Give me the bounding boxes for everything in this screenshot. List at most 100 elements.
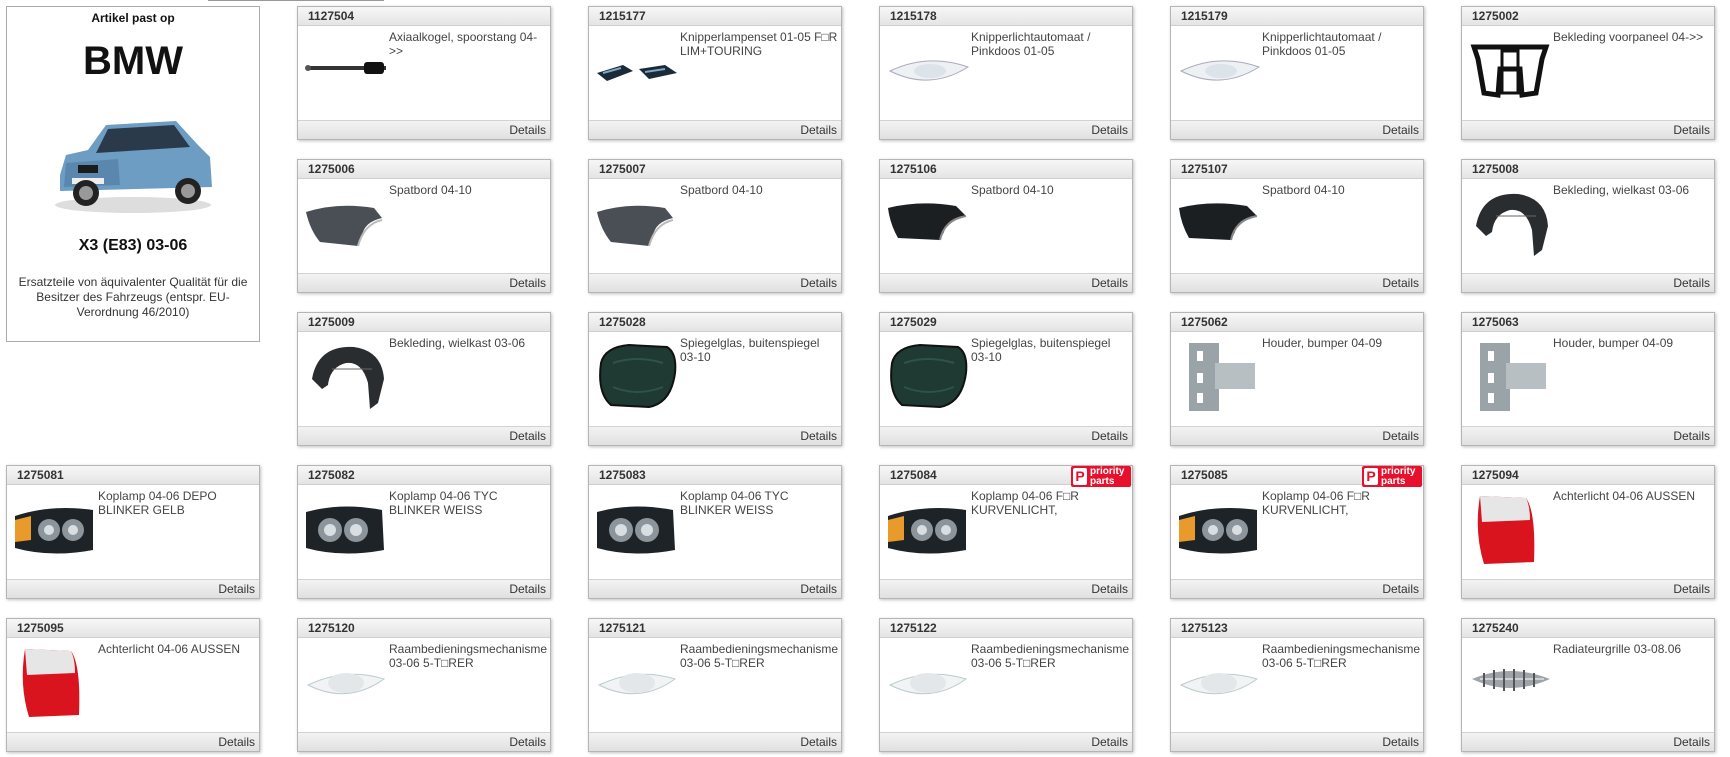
product-description: Spatbord 04-10 — [971, 183, 1054, 197]
details-link[interactable]: Details — [800, 429, 837, 443]
product-card[interactable]: 1275029 Spiegelglas, buitenspiegel 03-10 D… — [879, 312, 1133, 446]
details-link[interactable]: Details — [800, 582, 837, 596]
product-card[interactable]: 1275123 Raambedieningsmechanisme 03-06 5-… — [1170, 618, 1424, 752]
product-card[interactable]: 1215178 Knipperlichtautomaat / Pinkdoos 0… — [879, 6, 1133, 140]
product-image[interactable] — [1175, 33, 1263, 105]
product-card[interactable]: 1275008 Bekleding, wielkast 03-06 Details — [1461, 159, 1715, 293]
product-description: Houder, bumper 04-09 — [1262, 336, 1383, 350]
product-image[interactable] — [884, 186, 972, 258]
details-link[interactable]: Details — [1382, 123, 1419, 137]
product-image[interactable] — [302, 492, 390, 564]
product-image[interactable] — [1175, 492, 1263, 564]
product-card[interactable]: 1275002 Bekleding voorpaneel 04->> Details — [1461, 6, 1715, 140]
product-image[interactable] — [593, 186, 681, 258]
details-link[interactable]: Details — [509, 735, 546, 749]
product-image[interactable] — [593, 33, 681, 105]
product-card[interactable]: 1275084 Koplamp 04-06 F□R KURVENLICHT, Det… — [879, 465, 1133, 599]
details-link[interactable]: Details — [509, 276, 546, 290]
priority-text: priority parts — [1090, 467, 1124, 487]
details-link[interactable]: Details — [218, 735, 255, 749]
details-link[interactable]: Details — [800, 276, 837, 290]
product-image[interactable] — [1466, 492, 1554, 564]
product-description: Koplamp 04-06 F□R KURVENLICHT, — [1262, 489, 1370, 517]
product-card[interactable]: 1275107 Spatbord 04-10 Details — [1170, 159, 1424, 293]
product-card[interactable]: 1275240 Radiateurgrille 03-08.06 Details — [1461, 618, 1715, 752]
product-number: 1275063 — [1462, 313, 1714, 332]
details-link[interactable]: Details — [1673, 276, 1710, 290]
product-number: 1275006 — [298, 160, 550, 179]
product-card[interactable]: 1275062 Houder, bumper 04-09 Details — [1170, 312, 1424, 446]
product-number: 1215178 — [880, 7, 1132, 26]
product-image[interactable] — [1466, 339, 1554, 411]
details-link[interactable]: Details — [1091, 276, 1128, 290]
product-card[interactable]: 1275081 Koplamp 04-06 DEPO BLINKER GELB De… — [6, 465, 260, 599]
product-image[interactable] — [1466, 186, 1554, 258]
product-card[interactable]: 1275063 Houder, bumper 04-09 Details — [1461, 312, 1715, 446]
details-link[interactable]: Details — [1382, 735, 1419, 749]
details-link[interactable]: Details — [800, 123, 837, 137]
product-description: Radiateurgrille 03-08.06 — [1553, 642, 1682, 656]
product-card[interactable]: 1275122 Raambedieningsmechanisme 03-06 5-… — [879, 618, 1133, 752]
product-description: Koplamp 04-06 TYC BLINKER WEISS — [680, 489, 789, 517]
product-image[interactable] — [1466, 33, 1554, 105]
details-link[interactable]: Details — [1382, 276, 1419, 290]
priority-p-icon: P — [1364, 468, 1378, 485]
product-image[interactable] — [884, 339, 972, 411]
details-link[interactable]: Details — [509, 123, 546, 137]
product-card[interactable]: 1215177 Knipperlampenset 01-05 F□R LIM+TO… — [588, 6, 842, 140]
details-link[interactable]: Details — [800, 735, 837, 749]
details-link[interactable]: Details — [1091, 429, 1128, 443]
product-image[interactable] — [302, 339, 390, 411]
product-image[interactable] — [1466, 645, 1554, 717]
product-card[interactable]: 1275095 Achterlicht 04-06 AUSSEN Details — [6, 618, 260, 752]
product-card[interactable]: 1275082 Koplamp 04-06 TYC BLINKER WEISS De… — [297, 465, 551, 599]
product-image[interactable] — [302, 645, 390, 717]
product-image[interactable] — [11, 645, 99, 717]
details-link[interactable]: Details — [218, 582, 255, 596]
product-description: Spatbord 04-10 — [680, 183, 763, 197]
product-image[interactable] — [11, 492, 99, 564]
product-number: 1275106 — [880, 160, 1132, 179]
product-card[interactable]: 1275006 Spatbord 04-10 Details — [297, 159, 551, 293]
priority-parts-badge: Ppriority parts — [1362, 466, 1422, 487]
product-image[interactable] — [593, 339, 681, 411]
product-image[interactable] — [884, 645, 972, 717]
priority-line2: parts — [1381, 476, 1406, 487]
details-link[interactable]: Details — [1382, 429, 1419, 443]
product-number: 1275122 — [880, 619, 1132, 638]
product-card[interactable]: 1275083 Koplamp 04-06 TYC BLINKER WEISS De… — [588, 465, 842, 599]
details-link[interactable]: Details — [509, 582, 546, 596]
product-card[interactable]: 1275009 Bekleding, wielkast 03-06 Details — [297, 312, 551, 446]
product-image[interactable] — [1175, 339, 1263, 411]
product-description: Bekleding voorpaneel 04->> — [1553, 30, 1704, 44]
product-card[interactable]: 1275120 Raambedieningsmechanisme 03-06 5-… — [297, 618, 551, 752]
product-number: 1275028 — [589, 313, 841, 332]
product-image[interactable] — [593, 492, 681, 564]
product-card[interactable]: 1275085 Koplamp 04-06 F□R KURVENLICHT, Det… — [1170, 465, 1424, 599]
details-link[interactable]: Details — [1673, 123, 1710, 137]
details-link[interactable]: Details — [1091, 735, 1128, 749]
details-link[interactable]: Details — [1673, 582, 1710, 596]
product-card[interactable]: 1275094 Achterlicht 04-06 AUSSEN Details — [1461, 465, 1715, 599]
priority-text: priority parts — [1381, 467, 1415, 487]
product-card[interactable]: 1275028 Spiegelglas, buitenspiegel 03-10 D… — [588, 312, 842, 446]
product-card[interactable]: 1275106 Spatbord 04-10 Details — [879, 159, 1133, 293]
product-image[interactable] — [1175, 186, 1263, 258]
details-link[interactable]: Details — [1091, 582, 1128, 596]
product-card[interactable]: 1275121 Raambedieningsmechanisme 03-06 5-… — [588, 618, 842, 752]
details-link[interactable]: Details — [1091, 123, 1128, 137]
product-image[interactable] — [593, 645, 681, 717]
details-link[interactable]: Details — [1382, 582, 1419, 596]
product-card[interactable]: 1127504 Axiaalkogel, spoorstang 04->> Deta… — [297, 6, 551, 140]
product-image[interactable] — [884, 492, 972, 564]
product-description: Koplamp 04-06 TYC BLINKER WEISS — [389, 489, 498, 517]
details-link[interactable]: Details — [1673, 735, 1710, 749]
product-image[interactable] — [884, 33, 972, 105]
product-card[interactable]: 1215179 Knipperlichtautomaat / Pinkdoos 0… — [1170, 6, 1424, 140]
details-link[interactable]: Details — [1673, 429, 1710, 443]
details-link[interactable]: Details — [509, 429, 546, 443]
product-image[interactable] — [1175, 645, 1263, 717]
product-card[interactable]: 1275007 Spatbord 04-10 Details — [588, 159, 842, 293]
product-image[interactable] — [302, 33, 390, 105]
product-image[interactable] — [302, 186, 390, 258]
